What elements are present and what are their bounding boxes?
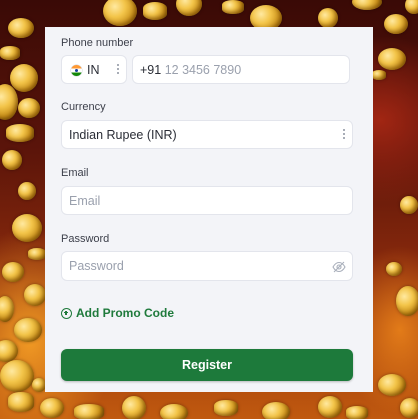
dial-code: +91 <box>140 63 162 77</box>
password-input[interactable]: Password <box>61 251 353 281</box>
register-button[interactable]: Register <box>61 349 353 381</box>
phone-label: Phone number <box>61 37 134 49</box>
email-label: Email <box>61 167 89 179</box>
india-flag-icon <box>71 65 82 76</box>
more-options-icon <box>117 64 120 76</box>
phone-placeholder: 12 3456 7890 <box>164 63 242 77</box>
add-promo-code-link[interactable]: Add Promo Code <box>61 306 174 320</box>
page-background: Phone number IN +91 12 3456 7890 Currenc… <box>0 0 418 419</box>
email-placeholder: Email <box>69 194 101 208</box>
currency-label: Currency <box>61 101 106 113</box>
plus-circle-icon <box>61 307 72 319</box>
country-code-select[interactable]: IN <box>61 55 127 84</box>
promo-code-label: Add Promo Code <box>76 306 174 320</box>
eye-off-icon[interactable] <box>332 260 346 278</box>
registration-form: Phone number IN +91 12 3456 7890 Currenc… <box>45 27 373 392</box>
email-input[interactable]: Email <box>61 186 353 215</box>
more-options-icon <box>343 129 346 141</box>
currency-value: Indian Rupee (INR) <box>69 128 177 142</box>
password-label: Password <box>61 233 110 245</box>
country-code-value: IN <box>87 63 100 77</box>
currency-select[interactable]: Indian Rupee (INR) <box>61 120 353 149</box>
phone-input[interactable]: +91 12 3456 7890 <box>132 55 350 84</box>
password-placeholder: Password <box>69 259 124 273</box>
